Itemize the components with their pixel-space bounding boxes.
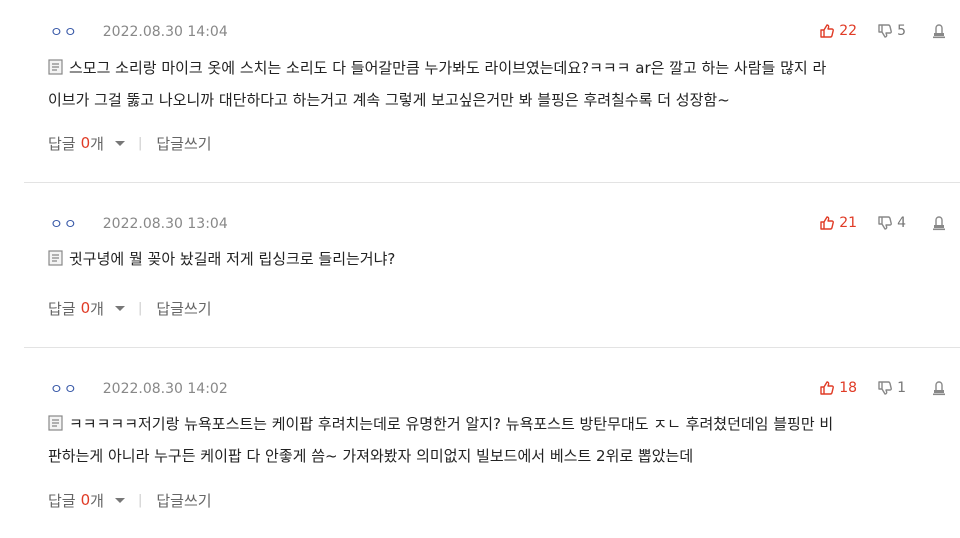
reply-count: 0 [80,491,91,509]
footer-divider: | [137,300,143,316]
reply-label: 답글 [48,299,76,318]
comment-header: ㅇㅇ 2022.08.30 14:04 [50,23,228,41]
comment-votes: 21 4 [819,214,946,232]
report-button[interactable] [932,215,946,231]
like-button[interactable]: 18 [819,380,857,396]
report-button[interactable] [932,23,946,39]
comment-nickname[interactable]: ㅇㅇ [50,379,78,399]
comment-text-line: 이브가 그걸 뚫고 나오니까 대단하다고 하는거고 계속 그렇게 보고싶은거만 … [48,91,730,109]
footer-divider: | [137,135,143,151]
thumbs-up-icon [820,381,835,395]
comment-text-line: 판하는게 아니라 누구든 케이팝 다 안좋게 씀~ 가져와봤자 의미없지 빌보드… [48,447,694,465]
like-count: 22 [839,23,858,39]
caret-down-icon [114,141,125,146]
comment-footer: 답글 0 개 | 답글쓰기 [48,298,212,318]
like-button[interactable]: 22 [819,23,857,39]
comment-divider [24,347,960,348]
comment-body: 귓구녕에 뭘 꽂아 놨길래 저게 립싱크로 들리는거냐? [48,243,942,275]
comment-text-line: 귓구녕에 뭘 꽂아 놨길래 저게 립싱크로 들리는거냐? [48,243,942,275]
comment-text: 스모그 소리랑 마이크 옷에 스치는 소리도 다 들어갈만큼 누가봐도 라이브였… [69,59,827,77]
memo-icon [48,415,63,431]
dislike-button[interactable]: 5 [877,23,906,39]
thumbs-down-icon [878,216,893,230]
thumbs-up-icon [820,216,835,230]
comment-text: 귓구녕에 뭘 꽂아 놨길래 저게 립싱크로 들리는거냐? [69,250,396,268]
comment-text-line: 스모그 소리랑 마이크 옷에 스치는 소리도 다 들어갈만큼 누가봐도 라이브였… [48,52,942,84]
comment-nickname[interactable]: ㅇㅇ [50,214,78,234]
reply-toggle-button[interactable]: 답글 0 개 [48,133,126,154]
dislike-count: 4 [897,215,906,231]
caret-down-icon [114,498,125,503]
comment-header: ㅇㅇ 2022.08.30 14:02 [50,380,228,398]
memo-icon [48,250,63,266]
report-button[interactable] [932,380,946,396]
reply-unit: 개 [90,299,104,318]
dislike-count: 1 [897,380,906,396]
comment-date: 2022.08.30 14:02 [102,381,228,397]
thumbs-down-icon [878,24,893,38]
comment-header: ㅇㅇ 2022.08.30 13:04 [50,215,228,233]
dislike-button[interactable]: 4 [877,215,906,231]
like-count: 21 [839,215,858,231]
comment-date: 2022.08.30 14:04 [102,24,228,40]
comment-body: ㅋㅋㅋㅋㅋ저기랑 뉴욕포스트는 케이팝 후려치는데로 유명한거 알지? 뉴욕포스… [48,408,942,472]
reply-toggle-button[interactable]: 답글 0 개 [48,490,126,511]
thumbs-up-icon [820,24,835,38]
caret-down-icon [114,306,125,311]
footer-divider: | [137,492,143,508]
report-icon [933,23,945,38]
dislike-button[interactable]: 1 [877,380,906,396]
comment-votes: 18 1 [819,379,946,397]
report-icon [933,380,945,395]
reply-toggle-button[interactable]: 답글 0 개 [48,298,126,319]
thumbs-down-icon [878,381,893,395]
write-reply-button[interactable]: 답글쓰기 [156,133,211,154]
reply-count: 0 [80,134,91,152]
comment-footer: 답글 0 개 | 답글쓰기 [48,490,212,510]
reply-unit: 개 [90,491,104,510]
reply-count: 0 [80,299,91,317]
dislike-count: 5 [897,23,906,39]
comment-date: 2022.08.30 13:04 [102,216,228,232]
memo-icon [48,59,63,75]
comment-footer: 답글 0 개 | 답글쓰기 [48,133,212,153]
comment-divider [24,182,960,183]
comment-nickname[interactable]: ㅇㅇ [50,22,78,42]
write-reply-button[interactable]: 답글쓰기 [156,490,211,511]
comment-text: ㅋㅋㅋㅋㅋ저기랑 뉴욕포스트는 케이팝 후려치는데로 유명한거 알지? 뉴욕포스… [69,415,834,433]
reply-label: 답글 [48,491,76,510]
reply-label: 답글 [48,134,76,153]
comment-body: 스모그 소리랑 마이크 옷에 스치는 소리도 다 들어갈만큼 누가봐도 라이브였… [48,52,942,116]
report-icon [933,215,945,230]
reply-unit: 개 [90,134,104,153]
comment-text-line: ㅋㅋㅋㅋㅋ저기랑 뉴욕포스트는 케이팝 후려치는데로 유명한거 알지? 뉴욕포스… [48,408,942,440]
like-button[interactable]: 21 [819,215,857,231]
comment-votes: 22 5 [819,22,946,40]
like-count: 18 [839,380,858,396]
write-reply-button[interactable]: 답글쓰기 [156,298,211,319]
